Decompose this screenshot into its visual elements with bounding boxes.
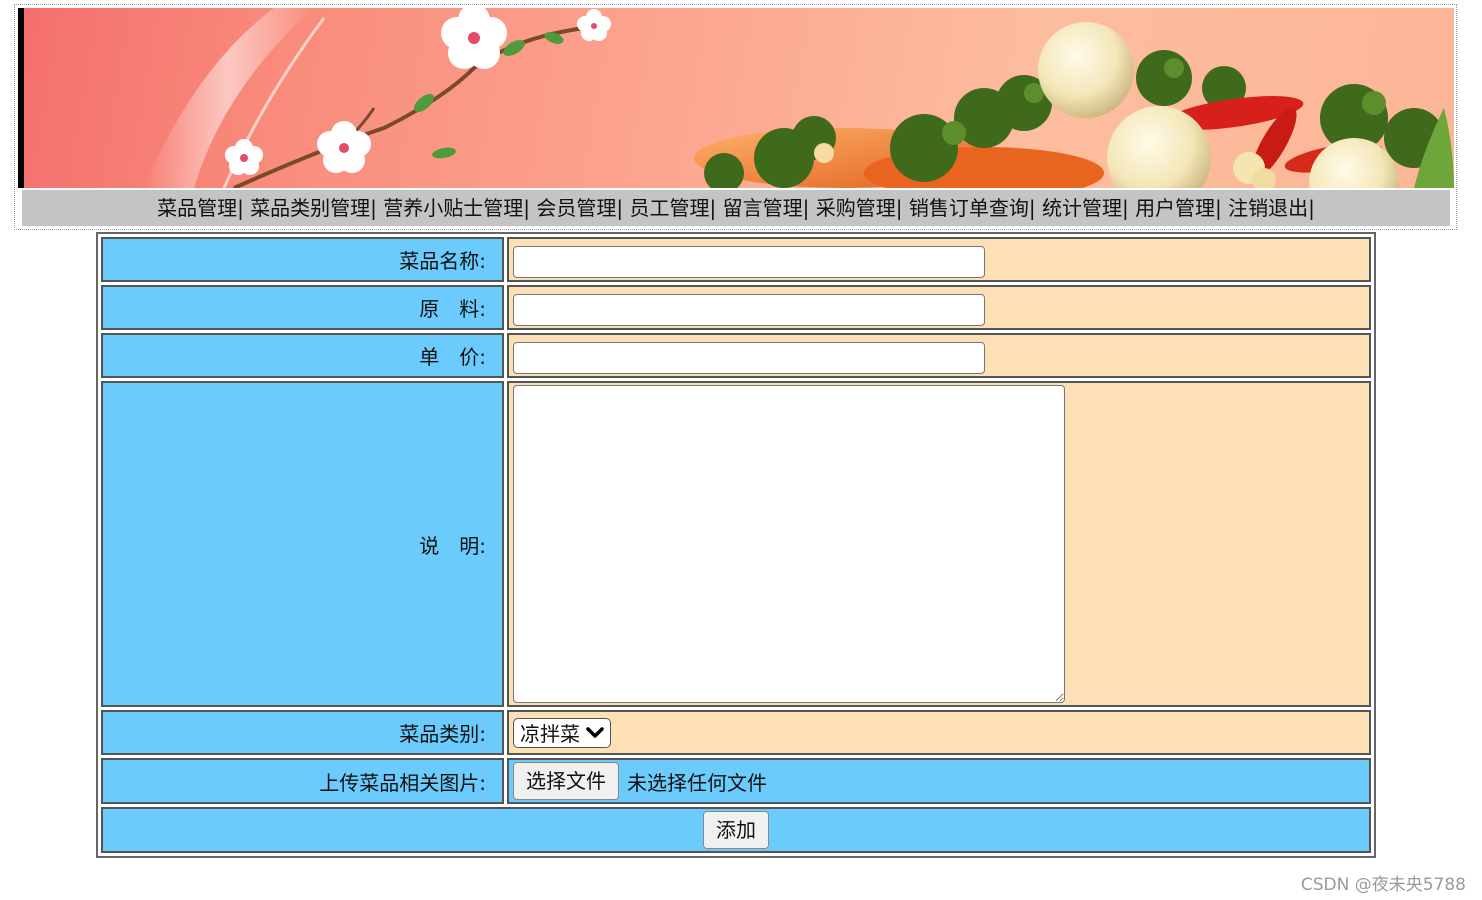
nav-item-purchasing[interactable]: 采购管理| xyxy=(816,196,903,220)
nav-item-logout[interactable]: 注销退出| xyxy=(1228,196,1315,220)
form-row-name: 菜品名称: xyxy=(101,237,1371,282)
form-row-category: 菜品类别: 凉拌菜 xyxy=(101,710,1371,755)
chevron-down-icon xyxy=(586,726,604,738)
nav-bar: 菜品管理| 菜品类别管理| 营养小贴士管理| 会员管理| 员工管理| 留言管理|… xyxy=(22,190,1450,226)
file-status-text: 未选择任何文件 xyxy=(627,770,767,795)
ingredients-label: 原 料: xyxy=(101,285,504,330)
nav-item-sales-orders[interactable]: 销售订单查询| xyxy=(909,196,1036,220)
description-cell xyxy=(507,381,1371,707)
category-select[interactable]: 凉拌菜 xyxy=(513,717,611,748)
description-textarea[interactable] xyxy=(513,385,1065,703)
ingredients-cell xyxy=(507,285,1371,330)
nav-item-users[interactable]: 用户管理| xyxy=(1135,196,1222,220)
banner-illustration xyxy=(144,8,1454,188)
nav-item-dish-category[interactable]: 菜品类别管理| xyxy=(250,196,377,220)
form-row-description: 说 明: xyxy=(101,381,1371,707)
submit-cell: 添加 xyxy=(101,807,1371,853)
add-button[interactable]: 添加 xyxy=(703,811,769,849)
watermark-text: CSDN @夜未央5788 xyxy=(1300,875,1466,895)
upload-label: 上传菜品相关图片: xyxy=(101,758,504,804)
category-selected-value: 凉拌菜 xyxy=(520,722,580,746)
nav-item-employees[interactable]: 员工管理| xyxy=(630,196,717,220)
nav-item-messages[interactable]: 留言管理| xyxy=(723,196,810,220)
form-row-submit: 添加 xyxy=(101,807,1371,853)
form-row-upload: 上传菜品相关图片: 选择文件 未选择任何文件 xyxy=(101,758,1371,804)
dish-name-input[interactable] xyxy=(513,245,985,278)
category-label: 菜品类别: xyxy=(101,710,504,755)
dish-name-label: 菜品名称: xyxy=(101,237,504,282)
upload-cell: 选择文件 未选择任何文件 xyxy=(507,758,1371,804)
banner-image xyxy=(18,8,1454,188)
dish-name-cell xyxy=(507,237,1371,282)
form-row-price: 单 价: xyxy=(101,333,1371,378)
price-input[interactable] xyxy=(513,341,985,374)
ingredients-input[interactable] xyxy=(513,293,985,326)
nav-item-members[interactable]: 会员管理| xyxy=(536,196,623,220)
nav-item-dish-management[interactable]: 菜品管理| xyxy=(157,196,244,220)
nav-item-nutrition-tips[interactable]: 营养小贴士管理| xyxy=(383,196,530,220)
price-cell xyxy=(507,333,1371,378)
add-dish-form: 菜品名称: 原 料: 单 价: 说 明: 菜品类别: 凉拌菜 上传菜品相关图片:… xyxy=(96,232,1376,858)
choose-file-button[interactable]: 选择文件 xyxy=(513,762,619,800)
form-row-ingredients: 原 料: xyxy=(101,285,1371,330)
nav-item-statistics[interactable]: 统计管理| xyxy=(1042,196,1129,220)
description-label: 说 明: xyxy=(101,381,504,707)
price-label: 单 价: xyxy=(101,333,504,378)
category-cell: 凉拌菜 xyxy=(507,710,1371,755)
